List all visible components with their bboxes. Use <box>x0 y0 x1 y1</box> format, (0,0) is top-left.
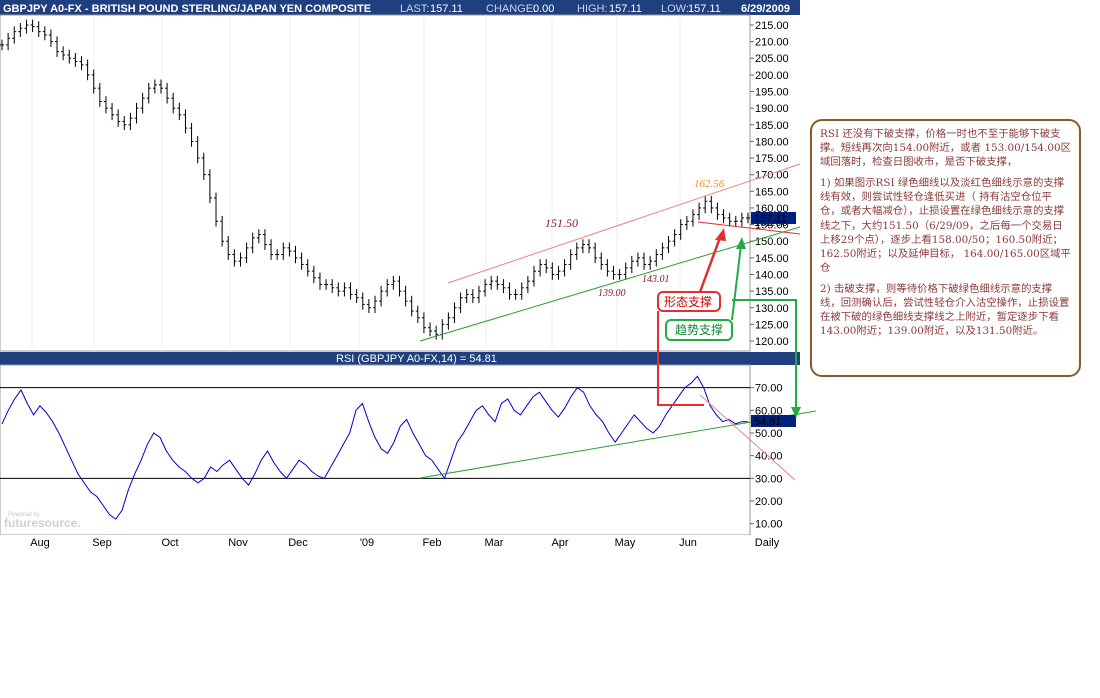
low-value: 157.11 <box>688 3 721 15</box>
note-paragraph-2: 1) 如果图示RSI 绿色细线以及淡红色细线示意的支撑线有效，则尝试性轻仓逢低买… <box>820 177 1071 274</box>
x-tick-label: '09 <box>360 537 374 549</box>
last-rsi-text: 54.81 <box>754 416 782 428</box>
price-tick-label: 165.00 <box>755 186 789 198</box>
rsi-title: RSI (GBPJPY A0-FX,14) = 54.81 <box>336 353 497 365</box>
price-tick-label: 185.00 <box>755 120 789 132</box>
last-price-text: 157.11 <box>754 213 787 225</box>
price-tick-label: 190.00 <box>755 103 789 115</box>
x-tick-label: May <box>615 537 636 549</box>
price-tick-label: 135.00 <box>755 286 789 298</box>
price-tick-label: 210.00 <box>755 37 789 49</box>
change-value: 0.00 <box>533 3 554 15</box>
rsi-tick-label: 50.00 <box>755 428 783 440</box>
price-tick-label: 140.00 <box>755 269 789 281</box>
note-paragraph-3: 2) 击破支撑，则等待价格下破绿色细线示意的支撑线，回测确认后，尝试性轻仓介入沽… <box>820 282 1070 338</box>
price-y-axis: 120.00 125.00 130.00 135.00 140.00 145.00 150.… <box>750 20 789 348</box>
pattern-support-text: 形态支撑 <box>664 294 712 309</box>
label-162-56: 162.56 <box>694 178 725 190</box>
x-tick-label: Feb <box>423 537 442 549</box>
change-label: CHANGE: <box>486 3 536 15</box>
watermark-brand: futuresource. <box>4 516 81 530</box>
rsi-tick-label: 10.00 <box>755 519 783 531</box>
price-tick-label: 130.00 <box>755 303 789 315</box>
rsi-tick-label: 70.00 <box>755 383 783 395</box>
rsi-tick-label: 20.00 <box>755 496 783 508</box>
price-tick-label: 170.00 <box>755 170 789 182</box>
label-143-01: 143.01 <box>642 274 670 285</box>
header-date: 6/29/2009 <box>741 3 790 15</box>
x-tick-label: Nov <box>228 537 248 549</box>
x-tick-label: Sep <box>92 537 112 549</box>
x-tick-label: Mar <box>485 537 504 549</box>
analysis-note-box: RSI 还没有下破支撑，价格一时也不至于能够下破支撑。短线再次向154.00附近… <box>810 119 1081 377</box>
price-tick-label: 120.00 <box>755 336 789 348</box>
label-151-50: 151.50 <box>545 216 578 230</box>
x-tick-label: Dec <box>288 537 308 549</box>
price-tick-label: 195.00 <box>755 87 789 99</box>
trend-support-text: 趋势支撑 <box>675 322 723 337</box>
x-tick-label: Jun <box>679 537 697 549</box>
chart-title: GBPJPY A0-FX - BRITISH POUND STERLING/JA… <box>3 3 371 15</box>
note-paragraph-1: RSI 还没有下破支撑，价格一时也不至于能够下破支撑。短线再次向154.00附近… <box>820 128 1071 169</box>
rsi-panel <box>0 364 751 536</box>
price-tick-label: 145.00 <box>755 253 789 265</box>
last-value: 157.11 <box>430 3 463 15</box>
price-tick-label: 215.00 <box>755 20 789 32</box>
rsi-y-axis: 10.0020.0030.0040.0050.0060.0070.00 <box>750 383 783 531</box>
rsi-tick-label: 30.00 <box>755 473 783 485</box>
x-tick-label: Oct <box>161 537 178 549</box>
last-label: LAST: <box>400 3 429 15</box>
label-139-00: 139.00 <box>598 288 626 299</box>
x-tick-label: Daily <box>755 537 780 549</box>
price-tick-label: 175.00 <box>755 153 789 165</box>
high-value: 157.11 <box>609 3 642 15</box>
low-label: LOW: <box>661 3 689 15</box>
x-tick-label: Apr <box>551 537 568 549</box>
high-label: HIGH: <box>577 3 608 15</box>
x-tick-label: Aug <box>30 537 50 549</box>
price-tick-label: 205.00 <box>755 53 789 65</box>
price-tick-label: 180.00 <box>755 136 789 148</box>
price-tick-label: 125.00 <box>755 319 789 331</box>
price-tick-label: 150.00 <box>755 236 789 248</box>
price-tick-label: 200.00 <box>755 70 789 82</box>
